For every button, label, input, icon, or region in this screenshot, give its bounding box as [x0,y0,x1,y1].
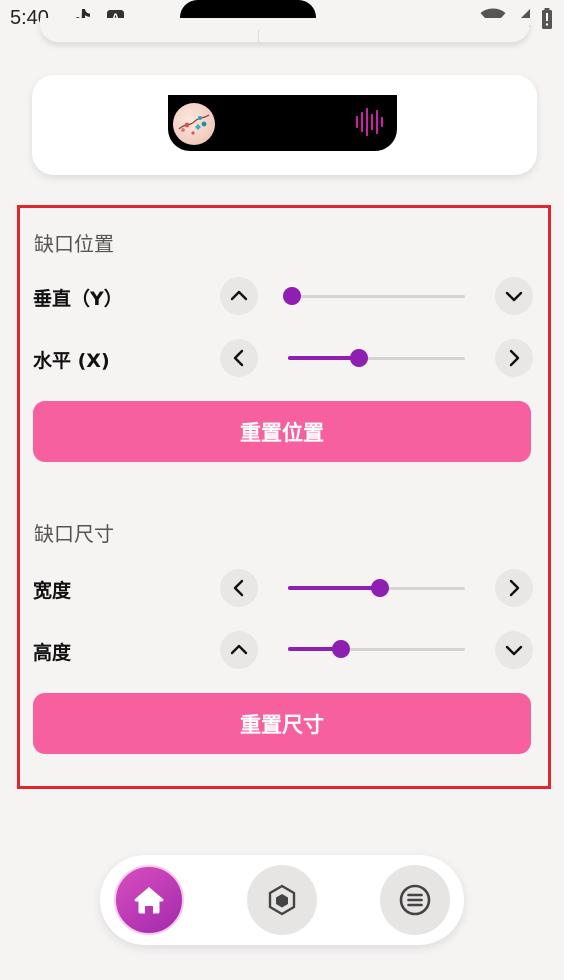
slider-track [288,295,465,298]
vertical-label: 垂直（Y） [33,288,123,310]
chevron-up-icon [230,290,248,301]
slider-fill [288,586,381,590]
chevron-left-icon [233,579,244,597]
audio-wave-icon [355,107,384,137]
menu-icon [399,884,431,916]
slider-thumb[interactable] [349,349,368,367]
width-decrease-button[interactable] [220,569,258,607]
vertical-up-button[interactable] [220,277,258,315]
top-card-edge [40,18,530,42]
chevron-right-icon [509,349,520,367]
horizontal-left-button[interactable] [220,339,258,377]
height-slider[interactable] [288,639,465,659]
notch-preview [168,95,397,151]
height-label: 高度 [33,642,72,664]
slider-thumb[interactable] [371,579,390,597]
horizontal-right-button[interactable] [495,339,533,377]
height-down-button[interactable] [495,631,533,669]
width-label: 宽度 [33,580,72,602]
notch-position-title: 缺口位置 [34,232,114,256]
notch-size-title: 缺口尺寸 [34,522,114,546]
reset-size-button[interactable]: 重置尺寸 [33,693,531,754]
width-increase-button[interactable] [495,569,533,607]
chevron-down-icon [505,291,523,302]
chevron-up-icon [230,644,248,655]
height-up-button[interactable] [220,631,258,669]
bottom-nav [100,855,464,945]
nav-cube-button[interactable] [247,865,317,935]
home-icon [134,887,164,914]
slider-thumb[interactable] [282,287,301,305]
album-art-thumbnail [173,103,215,145]
reset-position-button[interactable]: 重置位置 [33,401,531,462]
notch-settings-panel: 缺口位置 垂直（Y） 水平 (X) 重置位置 缺口尺寸 宽度 高度 重置尺寸 [17,205,551,789]
nav-home-button[interactable] [114,865,184,935]
horizontal-label: 水平 (X) [33,350,110,372]
nav-menu-button[interactable] [380,865,450,935]
vertical-slider[interactable] [282,286,465,306]
slider-thumb[interactable] [332,640,351,658]
chevron-right-icon [509,579,520,597]
horizontal-slider[interactable] [288,348,465,368]
notch-preview-card [32,75,537,175]
width-slider[interactable] [288,578,465,598]
chevron-down-icon [505,645,523,656]
battery-icon [542,8,552,29]
slider-fill [288,356,359,360]
top-card-divider [258,30,259,42]
album-art-image [178,114,210,135]
vertical-down-button[interactable] [495,277,533,315]
chevron-left-icon [233,349,244,367]
cube-icon [268,884,296,916]
